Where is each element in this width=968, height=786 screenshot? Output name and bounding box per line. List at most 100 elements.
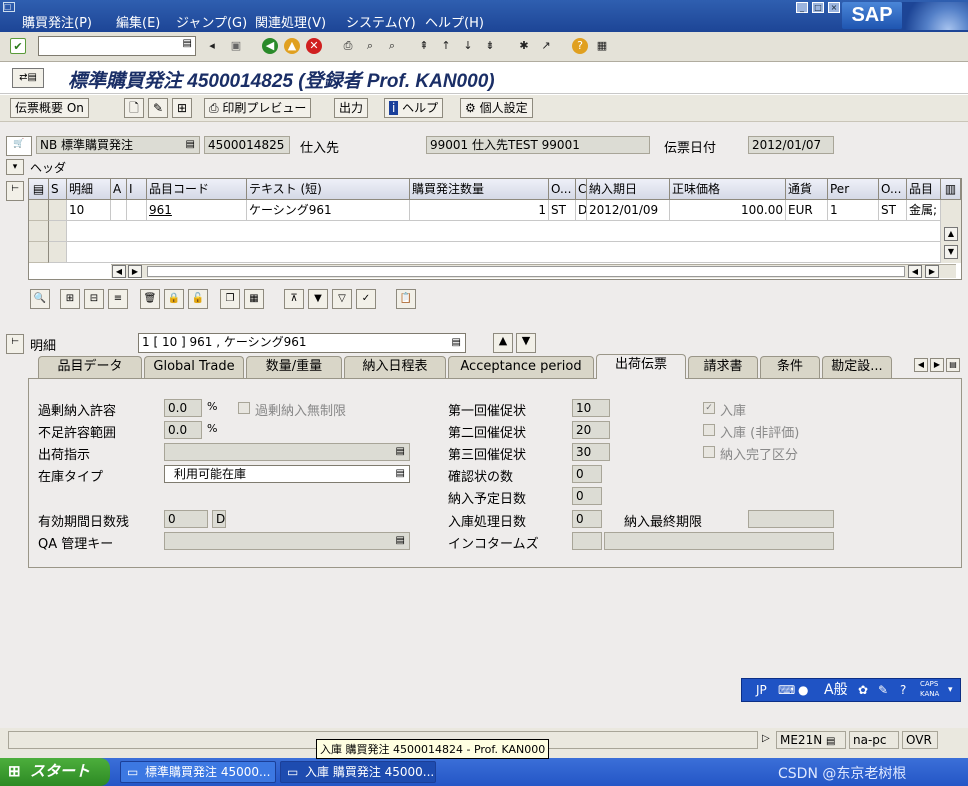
menu-item-edit[interactable]: 編集(E) (116, 12, 160, 31)
options-icon[interactable]: ▾ (948, 679, 953, 701)
shortcut-icon[interactable]: ↗ (538, 38, 554, 54)
scroll-up-icon[interactable]: ▲ (944, 227, 958, 241)
column-header[interactable]: Per (828, 179, 879, 200)
horizontal-scrollbar[interactable]: ◀ ▶ ◀ ▶ (111, 264, 956, 278)
sort-icon[interactable]: ⊼ (284, 289, 304, 309)
shelf-life-field[interactable]: 0 (164, 510, 208, 528)
output-button[interactable]: 出力 (334, 98, 369, 118)
dictionary-icon[interactable]: ✿ (858, 679, 868, 701)
items-collapse-icon[interactable]: ⊢ (6, 181, 24, 201)
empty-row[interactable] (67, 221, 941, 242)
tab-schedule[interactable]: 納入日程表 (344, 356, 446, 378)
minimize-button[interactable]: _ (796, 2, 808, 13)
planned-days-field[interactable]: 0 (572, 487, 602, 505)
delivery-complete-checkbox[interactable] (703, 446, 715, 458)
window-icon[interactable]: ☐ (3, 2, 15, 12)
help-icon[interactable]: ? (572, 38, 588, 54)
item-number-cell[interactable]: 10 (67, 200, 111, 221)
column-header[interactable]: A (111, 179, 127, 200)
tab-quantity-weight[interactable]: 数量/重量 (246, 356, 342, 378)
previous-page-icon[interactable]: ↑ (438, 38, 454, 54)
unlock-icon[interactable]: 🔓 (188, 289, 208, 309)
unlimited-checkbox[interactable] (238, 402, 250, 414)
empty-row[interactable] (67, 242, 941, 263)
start-button[interactable]: ⊞ スタート (0, 758, 110, 786)
ime-language[interactable]: JP (756, 679, 767, 701)
tab-scroll-left-icon[interactable]: ◀ (914, 358, 928, 372)
reminder1-field[interactable]: 10 (572, 399, 610, 417)
column-header[interactable]: C (576, 179, 587, 200)
hold-icon[interactable]: ⊞ (172, 98, 192, 118)
back-icon[interactable]: ◀ (262, 38, 278, 54)
next-item-icon[interactable]: ▼ (516, 333, 536, 353)
print-icon[interactable]: ⎙ (340, 38, 356, 54)
quantity-cell[interactable]: 1 (410, 200, 549, 221)
item-details-icon[interactable]: 🔍 (30, 289, 50, 309)
table-cell[interactable] (49, 200, 67, 221)
close-window-button[interactable]: × (828, 2, 840, 13)
goods-receipt-checkbox[interactable]: ✓ (703, 402, 715, 414)
header-expand-icon[interactable]: ▾ (6, 159, 24, 175)
previous-item-icon[interactable]: ▲ (493, 333, 513, 353)
find-next-icon[interactable]: ⌕ (384, 38, 400, 54)
currency-cell[interactable]: EUR (786, 200, 828, 221)
ime-mode[interactable]: A般 (824, 679, 848, 701)
table-cell[interactable] (49, 221, 67, 242)
add-line-icon[interactable]: ⊞ (60, 289, 80, 309)
stock-type-select[interactable]: 利用可能在庫 ▤ (164, 465, 410, 483)
enter-icon[interactable]: ✔ (10, 38, 26, 54)
column-header[interactable]: I (127, 179, 147, 200)
incoterms-location-field[interactable] (604, 532, 834, 550)
status-dropdown-icon[interactable]: ▤ (826, 736, 835, 747)
personal-settings-button[interactable]: ⚙ 個人設定 (460, 98, 533, 118)
scroll-right-icon[interactable]: ▶ (925, 265, 939, 278)
category-cell[interactable]: D (576, 200, 587, 221)
delivery-date-cell[interactable]: 2012/01/09 (587, 200, 670, 221)
column-config-icon[interactable]: ▥ (941, 179, 961, 200)
new-session-icon[interactable]: ✱ (516, 38, 532, 54)
column-header[interactable]: 品目コード (147, 179, 247, 200)
last-delivery-field[interactable] (748, 510, 834, 528)
tab-list-icon[interactable]: ▤ (946, 358, 960, 372)
scroll-right-icon[interactable]: ▶ (128, 265, 142, 278)
dropdown-icon[interactable]: ▤ (183, 38, 192, 49)
shipping-instr-select[interactable]: ▤ (164, 443, 410, 461)
scroll-left-icon[interactable]: ◀ (908, 265, 922, 278)
status-toggle-icon[interactable]: ▷ (762, 733, 770, 744)
gr-nonvaluated-checkbox[interactable] (703, 424, 715, 436)
save-icon[interactable]: ▣ (228, 38, 244, 54)
help-button[interactable]: i ヘルプ (384, 98, 444, 118)
vertical-scrollbar[interactable]: ▲ ▼ (941, 200, 961, 263)
under-tolerance-field[interactable]: 0.0 (164, 421, 202, 439)
column-header[interactable]: O... (549, 179, 576, 200)
material-group-cell[interactable]: 金属; (907, 200, 941, 221)
column-header[interactable]: 明細 (67, 179, 111, 200)
doc-type-select[interactable]: NB 標準購買発注 ▤ (36, 136, 200, 154)
tab-material-data[interactable]: 品目データ (38, 356, 142, 378)
column-header[interactable]: テキスト (短) (247, 179, 410, 200)
item-selector[interactable]: 1 [ 10 ] 961 , ケーシング961 ▤ (138, 333, 466, 353)
column-header[interactable]: O... (879, 179, 907, 200)
reminder3-field[interactable]: 30 (572, 443, 610, 461)
command-field[interactable]: ▤ (38, 36, 196, 56)
last-page-icon[interactable]: ⇟ (482, 38, 498, 54)
delete-icon[interactable]: 🗑 (140, 289, 160, 309)
over-tolerance-field[interactable]: 0.0 (164, 399, 202, 417)
material-link[interactable]: 961 (147, 200, 247, 221)
documents-icon[interactable]: 📋 (396, 289, 416, 309)
row-selector[interactable] (29, 221, 49, 242)
column-header[interactable]: 納入期日 (587, 179, 670, 200)
copy-line-icon[interactable]: ⊟ (84, 289, 104, 309)
incoterms-code-field[interactable] (572, 532, 602, 550)
tab-global-trade[interactable]: Global Trade (144, 356, 244, 378)
per-cell[interactable]: 1 (828, 200, 879, 221)
vendor-field[interactable]: 99001 仕入先TEST 99001 (426, 136, 650, 154)
first-page-icon[interactable]: ⇞ (416, 38, 432, 54)
history-back-icon[interactable]: ◂ (204, 38, 220, 54)
doc-overview-button[interactable]: 伝票概要 On (10, 98, 89, 118)
net-price-cell[interactable]: 100.00 (670, 200, 786, 221)
layout-menu-icon[interactable]: ▦ (594, 38, 610, 54)
paste-icon[interactable]: ▦ (244, 289, 264, 309)
taskbar-item-po[interactable]: ▭ 標準購買発注 45000... (120, 761, 276, 783)
find-icon[interactable]: ⌕ (362, 38, 378, 54)
